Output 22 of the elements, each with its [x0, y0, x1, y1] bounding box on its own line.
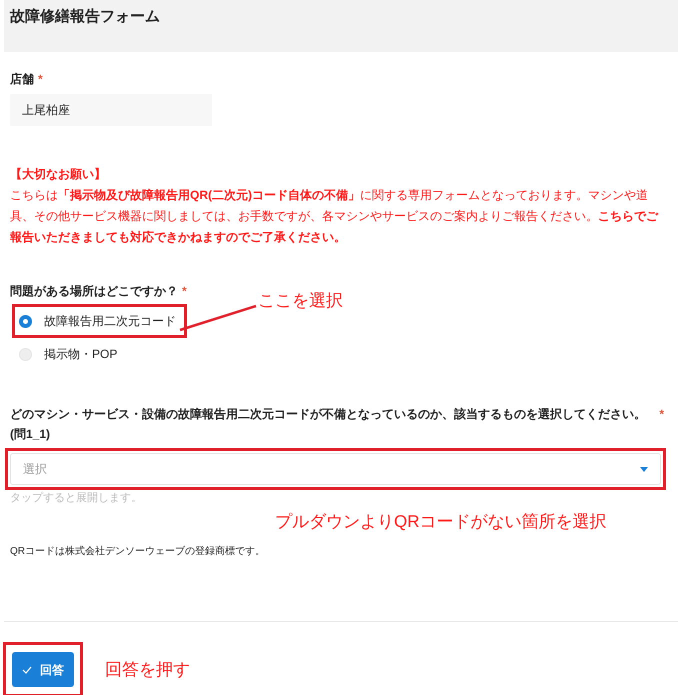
callout-text: プルダウンよりQRコードがない箇所を選択	[275, 510, 608, 532]
question-label: どのマシン・サービス・設備の故障報告用二次元コードが不備となっているのか、該当するものを選択してください。(問1_1)	[10, 406, 647, 443]
hint-text: タップすると展開します。	[10, 490, 143, 506]
store-field: 上尾柏座	[10, 94, 212, 126]
callout-text: 回答を押す	[105, 658, 190, 681]
check-icon	[22, 666, 32, 674]
radio-option[interactable]: 故障報告用二次元コード	[15, 309, 176, 333]
required-mark: *	[38, 71, 43, 88]
form-title: 故障修繕報告フォーム	[10, 7, 161, 27]
submit-button[interactable]: 回答	[12, 652, 74, 687]
radio-option[interactable]: 掲示物・POP	[15, 342, 668, 366]
question-label: 問題がある場所はどこですか？	[10, 283, 178, 300]
footnote-text: QRコードは株式会社デンソーウェーブの登録商標です。	[10, 544, 266, 559]
required-mark: *	[659, 406, 665, 423]
required-mark: *	[182, 283, 187, 300]
notice-title: 【大切なお願い】	[10, 166, 107, 183]
radio-checked-icon	[19, 314, 32, 328]
notice-text: こちらは「掲示物及び故障報告用QR(二次元)コード自体の不備」に関する専用フォームとなっております。マシンや道具、その他サービス機器に関しましては、お手数ですが、各マシンやサービスのご案内よりご報告ください。こちらでご報告いただきましても対応できかねますのでご了承ください。	[10, 187, 660, 246]
callout-text: ここを選択	[258, 290, 343, 312]
caret-down-icon	[640, 466, 648, 472]
radio-empty-icon	[19, 348, 32, 360]
field-label: 店舗	[10, 71, 34, 88]
